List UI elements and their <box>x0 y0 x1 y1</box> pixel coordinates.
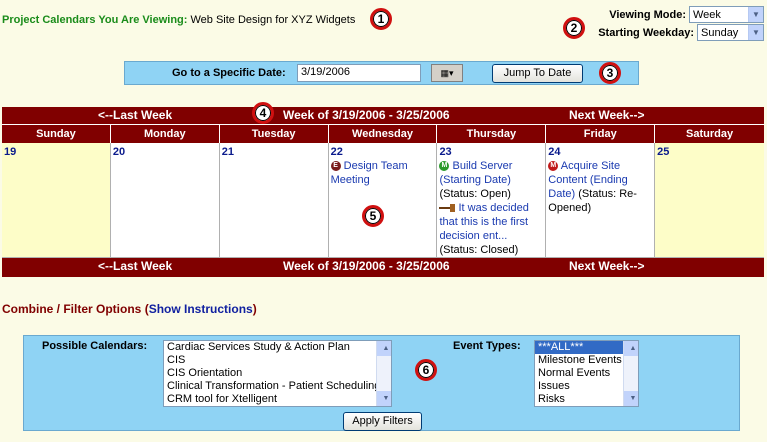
possible-calendars-listbox[interactable]: Cardiac Services Study & Action Plan CIS… <box>163 340 392 407</box>
event-link-build-server[interactable]: Build Server (Starting Date) <box>439 160 512 186</box>
day-cell-sunday: 19 <box>2 143 111 258</box>
goto-date-input[interactable]: 3/19/2006 <box>297 64 421 82</box>
week-calendar: <--Last Week Week of 3/19/2006 - 3/25/20… <box>2 107 765 277</box>
day-header-tuesday: Tuesday <box>219 124 329 143</box>
jump-to-date-button[interactable]: Jump To Date <box>492 64 583 83</box>
week-title: Week of 3/19/2006 - 3/25/2006 <box>283 108 450 122</box>
calendar-picker-button[interactable]: ▦▾ <box>431 64 463 82</box>
callout-1: 1 <box>370 8 392 30</box>
day-header-sunday: Sunday <box>2 124 111 143</box>
event-status: (Status: Open) <box>439 188 511 200</box>
calendar-icon: ▦▾ <box>440 68 454 78</box>
project-calendars-value: Web Site Design for XYZ Widgets <box>190 14 356 26</box>
list-item[interactable]: CRM tool for Xtelligent <box>164 393 391 406</box>
last-week-link[interactable]: <--Last Week <box>98 259 172 273</box>
callout-6: 6 <box>415 359 437 381</box>
chevron-down-icon: ▼ <box>748 25 763 40</box>
day-number[interactable]: 25 <box>657 145 762 159</box>
viewing-mode-row: Viewing Mode: Week ▼ <box>609 6 764 23</box>
apply-filters-button[interactable]: Apply Filters <box>343 412 422 431</box>
day-number[interactable]: 19 <box>4 145 108 159</box>
week-title: Week of 3/19/2006 - 3/25/2006 <box>283 259 450 273</box>
event-types-listbox[interactable]: ***ALL*** Milestone Events Normal Events… <box>534 340 639 407</box>
day-header-wednesday: Wednesday <box>328 124 438 143</box>
next-week-link[interactable]: Next Week--> <box>569 259 644 273</box>
day-header-friday: Friday <box>546 124 656 143</box>
show-instructions-link[interactable]: Show Instructions <box>149 302 253 316</box>
day-header-saturday: Saturday <box>655 124 765 143</box>
day-header-thursday: Thursday <box>437 124 547 143</box>
filter-panel: Possible Calendars: Cardiac Services Stu… <box>23 335 740 431</box>
event-bullet-icon: E <box>330 161 341 172</box>
callout-2: 2 <box>563 17 585 39</box>
day-cell-monday: 20 <box>110 143 220 258</box>
list-item[interactable]: CIS <box>164 354 391 367</box>
scroll-up-icon[interactable]: ▲ <box>377 341 391 356</box>
combine-filter-title: Combine / Filter Options (Show Instructi… <box>2 302 257 316</box>
calendar-nav-bottom: <--Last Week Week of 3/19/2006 - 3/25/20… <box>2 258 764 277</box>
scroll-up-icon[interactable]: ▲ <box>624 341 638 356</box>
callout-4: 4 <box>252 102 274 124</box>
decision-icon <box>439 204 456 213</box>
day-number[interactable]: 21 <box>222 145 326 159</box>
day-number[interactable]: 24 <box>548 145 652 159</box>
day-number[interactable]: 22 <box>331 145 435 159</box>
day-cell-wednesday: 22 E Design Team Meeting <box>328 143 438 258</box>
day-header-monday: Monday <box>110 124 220 143</box>
calendar-nav-top: <--Last Week Week of 3/19/2006 - 3/25/20… <box>2 107 764 124</box>
goto-date-label: Go to a Specific Date: <box>172 67 286 79</box>
starting-weekday-row: Starting Weekday: Sunday ▼ <box>598 24 764 41</box>
scrollbar[interactable]: ▲ ▼ <box>376 341 391 406</box>
event-types-label: Event Types: <box>453 340 521 352</box>
milestone-bullet-icon: M <box>548 161 559 172</box>
callout-3: 3 <box>599 62 621 84</box>
day-number[interactable]: 20 <box>113 145 217 159</box>
viewing-mode-select[interactable]: Week ▼ <box>689 6 764 23</box>
day-number[interactable]: 23 <box>439 145 543 159</box>
list-item[interactable]: Clinical Transformation - Patient Schedu… <box>164 380 391 393</box>
viewing-mode-label: Viewing Mode: <box>609 8 686 21</box>
day-cell-tuesday: 21 <box>219 143 329 258</box>
day-cell-thursday: 23 M Build Server (Starting Date) (Statu… <box>437 143 547 258</box>
day-cell-friday: 24 M Acquire Site Content (Ending Date) … <box>546 143 656 258</box>
milestone-bullet-icon: M <box>439 161 450 172</box>
day-headers: Sunday Monday Tuesday Wednesday Thursday… <box>2 124 765 143</box>
next-week-link[interactable]: Next Week--> <box>569 108 644 122</box>
scrollbar[interactable]: ▲ ▼ <box>623 341 638 406</box>
project-calendars-label: Project Calendars You Are Viewing: Web S… <box>2 14 356 26</box>
list-item[interactable]: Cardiac Services Study & Action Plan <box>164 341 391 354</box>
event-link-design-team-meeting[interactable]: Design Team Meeting <box>331 160 408 186</box>
starting-weekday-select[interactable]: Sunday ▼ <box>697 24 764 41</box>
day-cell-saturday: 25 <box>655 143 765 258</box>
goto-date-bar: Go to a Specific Date: 3/19/2006 ▦▾ Jump… <box>124 61 639 85</box>
starting-weekday-label: Starting Weekday: <box>598 26 694 39</box>
callout-5: 5 <box>362 205 384 227</box>
list-item[interactable]: CIS Orientation <box>164 367 391 380</box>
last-week-link[interactable]: <--Last Week <box>98 108 172 122</box>
scroll-down-icon[interactable]: ▼ <box>624 391 638 406</box>
chevron-down-icon: ▼ <box>748 7 763 22</box>
scroll-down-icon[interactable]: ▼ <box>377 391 391 406</box>
possible-calendars-label: Possible Calendars: <box>42 340 148 352</box>
day-cells: 19 20 21 22 E Design Team Meeting 23 M B… <box>2 143 765 258</box>
event-status: (Status: Closed) <box>439 244 519 256</box>
